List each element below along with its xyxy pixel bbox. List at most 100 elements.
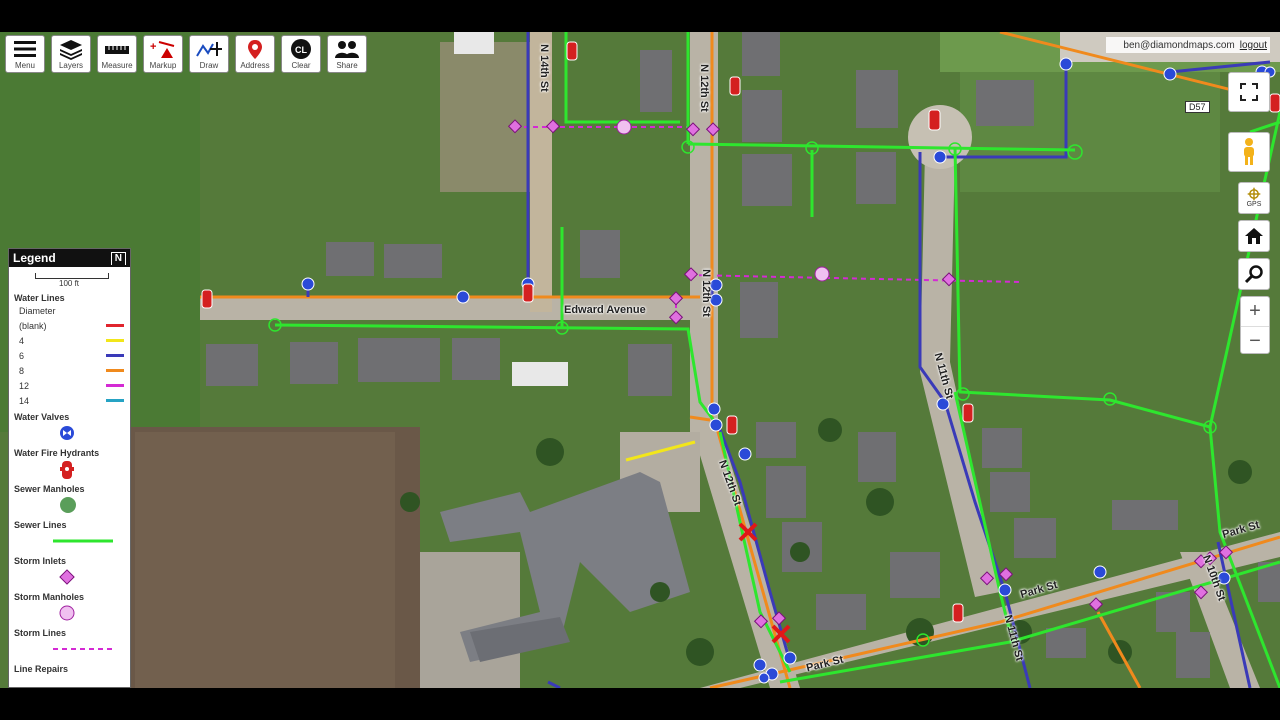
legend-diameter-swatch [106,339,124,342]
zoom-out-button[interactable]: − [1241,326,1269,355]
svg-text:+: + [150,41,156,53]
search-button[interactable] [1238,258,1270,290]
map-layers [0,32,1280,688]
legend-diameter-value: 12 [19,380,30,391]
layers-icon [60,40,82,60]
legend-diameter-value: 14 [19,395,30,406]
legend-diameter-value: 6 [19,350,25,361]
legend-panel: Legend N 100 ft Water Lines Diameter (bl… [8,248,131,688]
search-icon [1244,265,1263,284]
legend-diameter-swatch [106,384,124,387]
north-arrow-icon: N [110,251,126,265]
share-users-icon [335,41,359,58]
legend-diameter-list: (blank) 4 6 8 12 14 [9,318,130,408]
legend-hydrant-symbol [9,458,130,480]
logout-link[interactable]: logout [1240,40,1267,51]
sewer-manhole-icon [60,497,76,513]
user-info: ben@diamondmaps.com logout [1106,37,1270,53]
legend-storm-manholes: Storm Manholes [14,592,85,602]
clear-icon: CL [291,39,311,59]
ruler-icon [105,46,129,54]
svg-text:CL: CL [295,45,307,55]
gps-crosshair-icon [1247,187,1261,201]
address-button[interactable]: Address [235,35,275,73]
route-badge: D57 [1185,101,1210,113]
street-label-n12-north: N 12th St [697,64,710,112]
home-button[interactable] [1238,220,1270,252]
legend-diameter-label: Diameter [19,305,56,316]
map-canvas[interactable]: Edward Avenue N 14th St N 12th St N 12th… [0,32,1280,688]
markup-label: Markup [149,61,177,70]
legend-line-repairs: Line Repairs [14,664,69,674]
markup-icon: + [150,41,175,58]
street-view-button[interactable] [1228,132,1270,172]
legend-diameter-row: 12 [9,378,130,393]
legend-water-valves: Water Valves [14,412,70,422]
share-button[interactable]: Share [327,35,367,73]
legend-diameter-row: (blank) [9,318,130,333]
legend-storm-line-symbol [9,638,130,660]
menu-label: Menu [14,61,35,70]
legend-diameter-row: 4 [9,333,130,348]
legend-diameter-row: 8 [9,363,130,378]
legend-sewer-line-symbol [9,530,130,552]
legend-diameter-swatch [106,399,124,402]
scale-bar: 100 ft [9,267,130,289]
draw-icon [196,42,222,57]
draw-label: Draw [199,61,219,70]
legend-water-lines: Water Lines [14,293,65,303]
legend-header: Legend N [9,249,130,267]
menu-icon [14,41,36,57]
legend-valve-symbol [9,422,130,444]
storm-manhole-icon [59,605,75,621]
legend-sewer-manholes: Sewer Manholes [14,484,85,494]
map-pin-icon [248,40,262,59]
gps-label: GPS [1246,201,1262,208]
legend-diameter-row: 14 [9,393,130,408]
app-frame: Edward Avenue N 14th St N 12th St N 12th… [0,0,1280,720]
storm-line-swatch [53,648,113,650]
legend-diameter-value: 4 [19,335,25,346]
parking-lot [420,552,520,688]
measure-label: Measure [101,61,133,70]
legend-storm-lines: Storm Lines [14,628,67,638]
markup-button[interactable]: + Markup [143,35,183,73]
legend-diameter-swatch [106,324,124,327]
legend-fire-hydrants: Water Fire Hydrants [14,448,100,458]
toolbar: Menu Layers Measure + Markup Draw Addres… [5,35,367,73]
street-label-n12-mid: N 12th St [699,269,712,317]
storm-inlet-icon [59,569,75,585]
share-label: Share [336,61,358,70]
legend-diameter-swatch [106,354,124,357]
draw-button[interactable]: Draw [189,35,229,73]
clear-label: Clear [291,61,311,70]
zoom-in-button[interactable]: + [1241,297,1269,326]
home-icon [1245,228,1263,244]
legend-sewer-lines: Sewer Lines [14,520,67,530]
valve-icon [60,426,74,440]
zoom-control: + − [1240,296,1270,354]
gps-button[interactable]: GPS [1238,182,1270,214]
legend-manhole-symbol [9,494,130,516]
pegman-icon [1244,138,1254,165]
measure-button[interactable]: Measure [97,35,137,73]
layers-button[interactable]: Layers [51,35,91,73]
fullscreen-button[interactable] [1228,72,1270,112]
legend-diameter-value: (blank) [19,320,47,331]
legend-title: Legend [13,251,56,265]
legend-storm-inlet-symbol [9,566,130,588]
legend-diameter-swatch [106,369,124,372]
legend-storm-manhole-symbol [9,602,130,624]
address-label: Address [240,61,270,70]
sewer-line-swatch [53,539,113,543]
layers-label: Layers [58,61,83,70]
legend-diameter-row: 6 [9,348,130,363]
legend-diameter-value: 8 [19,365,25,376]
street-label-edward: Edward Avenue [564,304,646,316]
hydrant-icon [60,461,74,479]
clear-button[interactable]: CL Clear [281,35,321,73]
user-email: ben@diamondmaps.com [1123,39,1235,51]
menu-button[interactable]: Menu [5,35,45,73]
scale-label: 100 ft [59,279,80,288]
fullscreen-icon [1240,83,1258,101]
